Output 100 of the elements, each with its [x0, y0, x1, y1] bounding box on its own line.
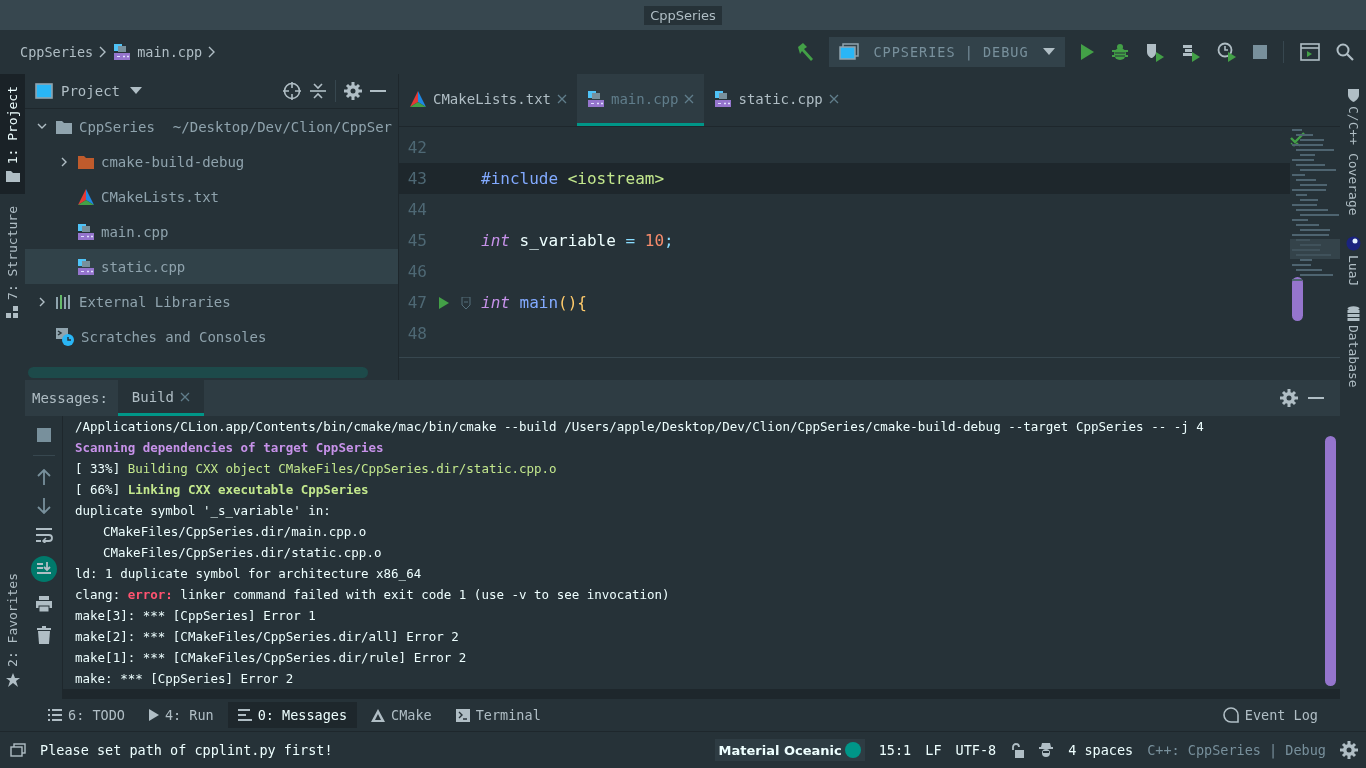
fold-icon[interactable]: [461, 296, 471, 309]
stack-play-icon[interactable]: [1181, 42, 1201, 62]
play-icon[interactable]: [1079, 43, 1095, 61]
tool-window-button[interactable]: CMake: [361, 702, 442, 728]
tool-window-tab[interactable]: LuaJ: [1345, 235, 1361, 286]
inspector-icon[interactable]: [1038, 742, 1055, 758]
scrollbar-thumb[interactable]: [1325, 436, 1336, 686]
log-line: /Applications/CLion.app/Contents/bin/cmake/mac/bin/cmake --build /Users/apple/Desktop/Dev/Clion/CppSeries/cmake-build-debug --target CppSeries -- -j 4: [75, 418, 1205, 436]
log-line: CMakeFiles/CppSeries.dir/main.cpp.o: [102, 523, 368, 541]
tree-item[interactable]: External Libraries: [25, 284, 398, 319]
bug-icon[interactable]: [1111, 43, 1129, 61]
close-icon[interactable]: [557, 93, 567, 104]
tree-item[interactable]: CMakeLists.txt: [25, 179, 398, 214]
tree-item[interactable]: main.cpp: [25, 214, 398, 249]
chevron-down-icon[interactable]: [37, 123, 47, 130]
tool-window-tab[interactable]: C/C++ Coverage: [1345, 88, 1361, 216]
folder-icon: [5, 170, 20, 183]
log-line: [ 66%] Linking CXX executable CppSeries: [75, 481, 370, 499]
log-line: make[1]: *** [CMakeFiles/CppSeries.dir/rule] Error 2: [75, 649, 468, 667]
window-icon[interactable]: [10, 743, 26, 757]
log-line: Scanning dependencies of target CppSeries: [75, 439, 385, 457]
chevron-right-icon[interactable]: [38, 296, 46, 307]
wrap-icon[interactable]: [34, 527, 53, 543]
breadcrumb[interactable]: CppSeries: [20, 44, 94, 60]
status-item[interactable]: 4 spaces: [1068, 742, 1134, 758]
collapse-icon[interactable]: [309, 82, 327, 100]
tool-window-button[interactable]: 0: Messages: [227, 702, 358, 728]
shield-icon: [1346, 88, 1360, 102]
trash-icon[interactable]: [35, 626, 52, 644]
print-icon[interactable]: [34, 595, 53, 613]
close-icon[interactable]: [684, 93, 695, 104]
speech-bubble-icon: [1222, 707, 1239, 723]
context-selector[interactable]: C++: CppSeries | Debug: [1147, 742, 1326, 758]
editor-tab[interactable]: static.cpp: [704, 74, 849, 126]
tool-window-button[interactable]: 6: TODO: [38, 702, 135, 728]
triangle-icon: [409, 89, 427, 108]
window-title: CppSeries: [644, 5, 722, 25]
tree-item[interactable]: static.cpp: [25, 249, 398, 284]
arrow-down-icon[interactable]: [36, 498, 51, 514]
planet-icon: [1345, 235, 1361, 251]
close-icon[interactable]: [828, 93, 839, 104]
status-item[interactable]: UTF-8: [955, 742, 997, 758]
tool-window-button[interactable]: 4: Run: [138, 702, 224, 728]
tool-window-tab[interactable]: 2: Favorites: [0, 561, 25, 699]
arrow-up-icon[interactable]: [36, 469, 51, 485]
tree-item[interactable]: Scratches and Consoles: [25, 319, 398, 354]
scrollbar[interactable]: [28, 367, 368, 378]
log-line: make: *** [CppSeries] Error 2: [75, 670, 295, 688]
code-text: int s_variable = 10;: [481, 231, 674, 250]
code-text: #include <iostream>: [481, 169, 665, 188]
clock-play-icon[interactable]: [1217, 42, 1237, 62]
terminal-window-icon[interactable]: [1300, 43, 1320, 61]
cpp-file-icon: [113, 43, 132, 61]
tree-item[interactable]: CppSeries ~/Desktop/Dev/Clion/CppSer: [25, 109, 398, 144]
console-clock-icon: [55, 326, 75, 347]
chevron-right-icon[interactable]: [60, 156, 68, 167]
status-message: Please set path of cpplint.py first!: [40, 742, 333, 758]
tree-item[interactable]: cmake-build-debug: [25, 144, 398, 179]
breadcrumb[interactable]: main.cpp: [137, 44, 203, 60]
crosshair-icon[interactable]: [283, 82, 301, 100]
editor-tab[interactable]: CMakeLists.txt: [399, 74, 577, 126]
lock-icon[interactable]: [1010, 742, 1025, 758]
panel-title[interactable]: Project: [61, 83, 120, 99]
tool-window-tab[interactable]: 7: Structure: [0, 194, 25, 331]
minimize-icon[interactable]: [370, 89, 386, 93]
chevron-right-icon: [208, 46, 217, 58]
settings-icon[interactable]: [344, 82, 362, 100]
theme-indicator[interactable]: Material Oceanic: [714, 739, 865, 761]
caret-down-icon: [1043, 48, 1055, 56]
line-number: 42: [406, 138, 427, 157]
log-line: make[3]: *** [CppSeries] Error 1: [75, 607, 317, 625]
terminal-icon: [455, 708, 470, 722]
status-item[interactable]: 15:1: [878, 742, 912, 758]
log-line: duplicate symbol '_s_variable' in:: [75, 502, 332, 520]
hammer-icon[interactable]: [795, 42, 815, 62]
build-tab[interactable]: Build: [117, 380, 204, 416]
code-text: int main(){: [481, 293, 587, 312]
minimize-icon[interactable]: [1308, 396, 1324, 400]
scrollbar-thumb[interactable]: [1292, 277, 1303, 321]
settings-icon[interactable]: [1280, 389, 1298, 407]
tool-window-button[interactable]: Terminal: [445, 702, 551, 728]
tool-window-tab[interactable]: Database: [1345, 305, 1361, 388]
cpp-file-icon: [587, 89, 605, 108]
tool-window-tab[interactable]: 1: Project: [0, 74, 25, 195]
scroll-to-end-icon[interactable]: [30, 556, 57, 582]
cpp-file-icon: [714, 89, 733, 108]
status-item[interactable]: LF: [925, 742, 942, 758]
shield-play-icon[interactable]: [1145, 42, 1165, 62]
event-log-button[interactable]: Event Log: [1212, 702, 1328, 728]
folder-icon: [77, 153, 95, 170]
structure-icon: [6, 306, 19, 319]
settings-icon[interactable]: [1340, 741, 1358, 759]
stop-icon[interactable]: [36, 428, 51, 442]
caret-down-icon[interactable]: [130, 87, 142, 95]
close-icon[interactable]: [180, 391, 190, 402]
log-line: ld: 1 duplicate symbol for architecture x86_64: [75, 565, 423, 583]
play-icon[interactable]: [439, 296, 449, 309]
log-line: make[2]: *** [CMakeFiles/CppSeries.dir/all] Error 2: [75, 628, 460, 646]
search-icon[interactable]: [1336, 43, 1354, 61]
log-line: clang: error: linker command failed with exit code 1 (use -v to see invocation): [75, 586, 671, 604]
